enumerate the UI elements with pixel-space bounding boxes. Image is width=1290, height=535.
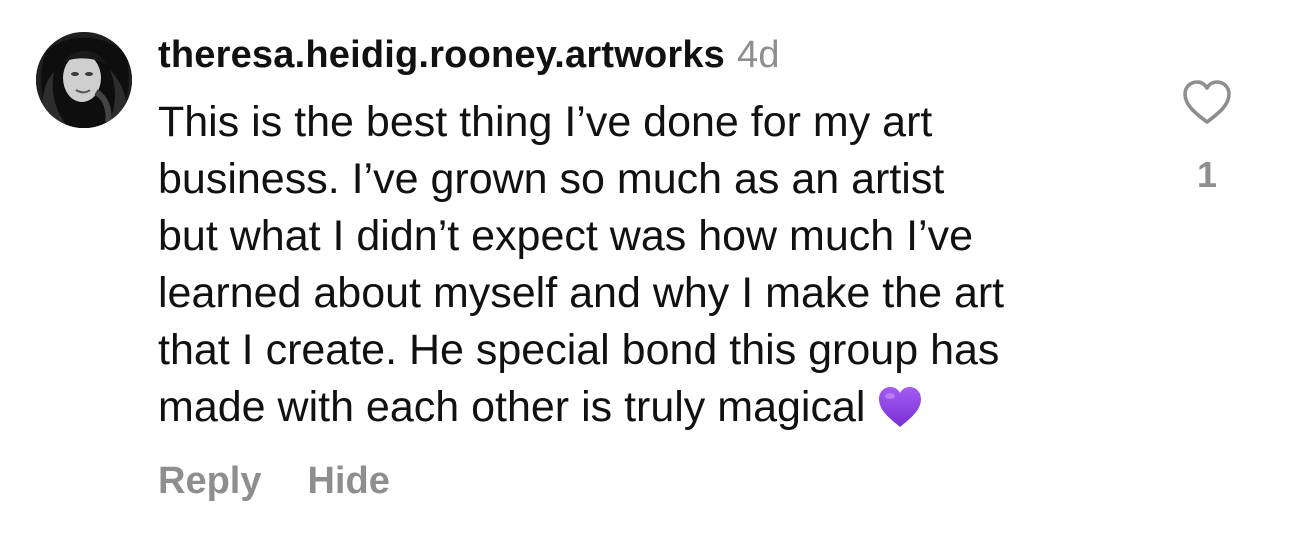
like-count: 1 bbox=[1196, 154, 1218, 195]
purple-heart-emoji-icon bbox=[879, 387, 922, 427]
comment-last-line: made with each other is truly magical bbox=[158, 379, 1138, 436]
comment-timestamp: 4d bbox=[737, 34, 780, 76]
comment-card: theresa.heidig.rooney.artworks 4d This is… bbox=[0, 0, 1290, 535]
comment-line: made with each other is truly magical bbox=[158, 383, 866, 431]
comment-line: This is the best thing I’ve done for my … bbox=[158, 98, 933, 146]
comment-line: business. I’ve grown so much as an artis… bbox=[158, 155, 945, 203]
username-row: theresa.heidig.rooney.artworks 4d bbox=[158, 34, 780, 77]
avatar[interactable] bbox=[36, 32, 132, 128]
hide-button[interactable]: Hide bbox=[307, 460, 389, 502]
comment-line: that I create. He special bond this grou… bbox=[158, 326, 1000, 374]
like-column: 1 bbox=[1176, 78, 1238, 196]
comment-line: but what I didn’t expect was how much I’… bbox=[158, 212, 974, 260]
username-link[interactable]: theresa.heidig.rooney.artworks bbox=[158, 34, 725, 76]
comment-actions: Reply Hide bbox=[158, 460, 390, 503]
reply-button[interactable]: Reply bbox=[158, 460, 261, 502]
comment-line: learned about myself and why I make the … bbox=[158, 269, 1005, 317]
avatar-photo bbox=[36, 32, 132, 128]
heart-outline-icon[interactable] bbox=[1181, 78, 1233, 126]
comment-body: This is the best thing I’ve done for my … bbox=[158, 94, 1138, 436]
